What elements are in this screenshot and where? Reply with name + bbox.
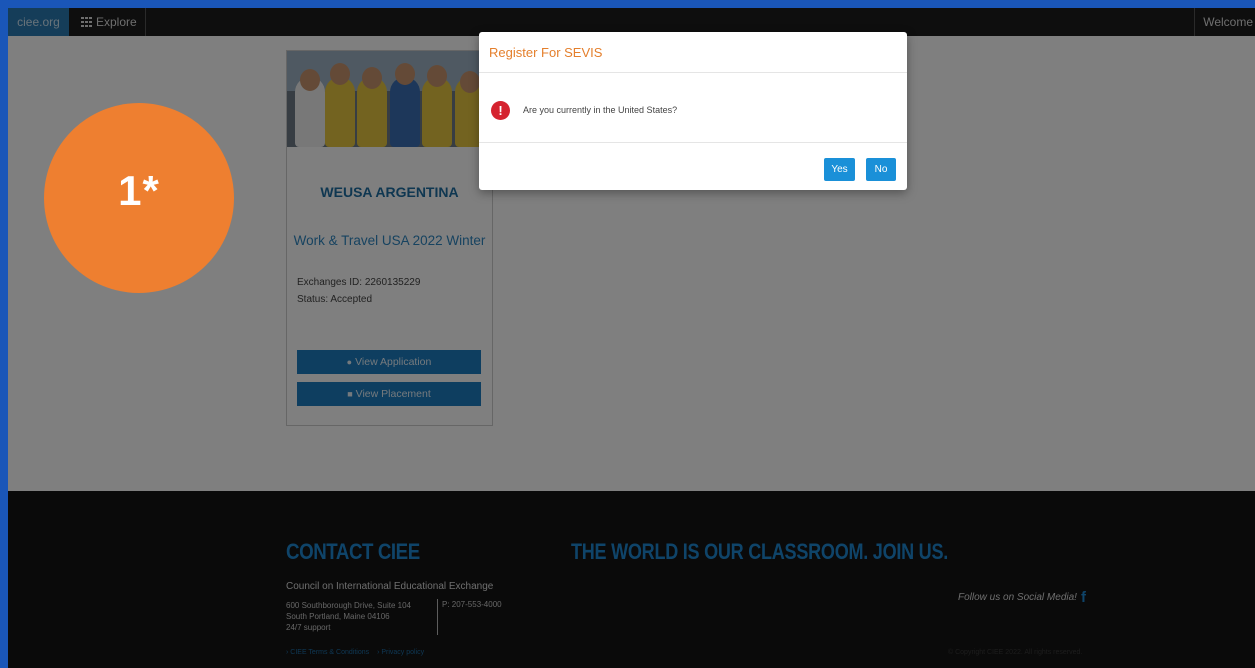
yes-button[interactable]: Yes bbox=[824, 158, 855, 181]
step-badge: 1* bbox=[44, 103, 234, 293]
no-button[interactable]: No bbox=[866, 158, 896, 181]
modal-title: Register For SEVIS bbox=[479, 32, 907, 73]
sevis-modal: Register For SEVIS ! Are you currently i… bbox=[479, 32, 907, 190]
page-frame: ciee.org Explore Welcome WEUSA bbox=[8, 8, 1255, 668]
modal-question: Are you currently in the United States? bbox=[523, 105, 678, 115]
modal-body: ! Are you currently in the United States… bbox=[479, 73, 907, 143]
exclamation-icon: ! bbox=[491, 101, 510, 120]
